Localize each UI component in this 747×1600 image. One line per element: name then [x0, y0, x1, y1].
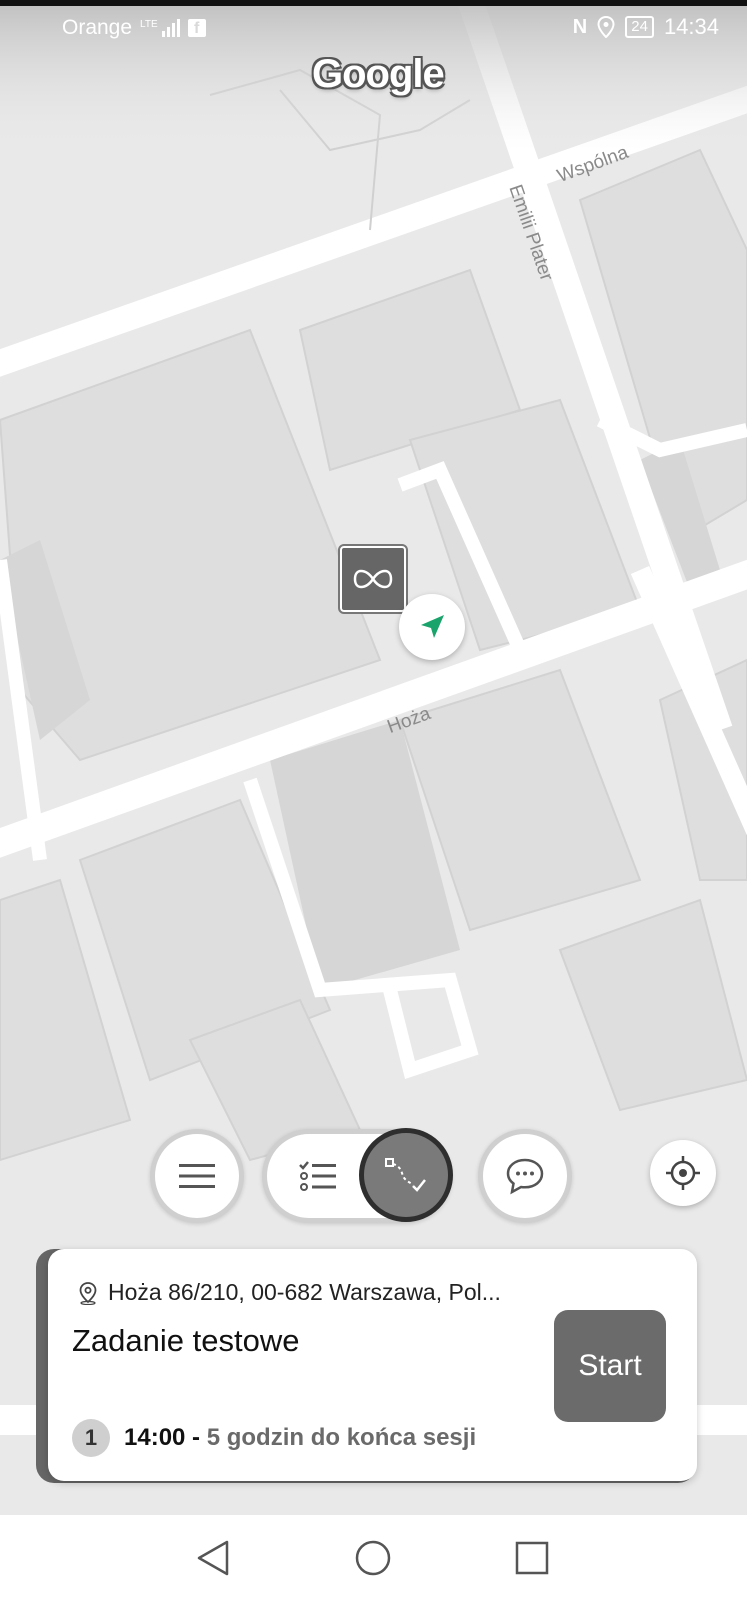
route-icon	[385, 1158, 426, 1192]
system-nav-bar	[0, 1515, 747, 1600]
session-time: 14:00 -	[124, 1424, 201, 1451]
home-circle-icon	[355, 1540, 391, 1576]
hamburger-menu-icon	[179, 1164, 215, 1188]
chat-bubble-icon	[506, 1158, 544, 1195]
route-view-button[interactable]	[359, 1128, 453, 1222]
carrier-name: Orange	[62, 16, 133, 39]
view-toggle[interactable]	[262, 1128, 453, 1223]
recents-square-icon	[515, 1541, 549, 1575]
task-address: Hoża 86/210, 00-682 Warszawa, Pol...	[78, 1279, 501, 1306]
clock: 14:34	[663, 14, 719, 39]
session-number-badge: 1	[72, 1419, 110, 1457]
start-button[interactable]: Start	[554, 1310, 666, 1422]
task-title: Zadanie testowe	[72, 1323, 300, 1358]
battery-icon: 24	[625, 16, 654, 38]
back-triangle-icon	[197, 1540, 229, 1576]
status-bar-right: N 24 14:34	[573, 14, 719, 40]
session-info: 1 14:00 - 5 godzin do końca sesji	[72, 1419, 476, 1457]
session-remaining: 5 godzin do końca sesji	[206, 1424, 477, 1451]
task-address-text: Hoża 86/210, 00-682 Warszawa, Pol...	[108, 1279, 501, 1305]
locate-me-button[interactable]	[650, 1140, 716, 1206]
location-pin-icon	[79, 1281, 97, 1305]
signal-icon: LTE	[140, 19, 180, 37]
list-view-button[interactable]	[285, 1148, 351, 1204]
recents-button[interactable]	[509, 1535, 555, 1581]
google-logo: Google	[312, 52, 445, 96]
home-button[interactable]	[350, 1535, 396, 1581]
chat-button[interactable]	[478, 1129, 572, 1223]
network-type: LTE	[140, 19, 158, 30]
location-icon	[597, 16, 615, 38]
navigation-arrow-icon[interactable]	[399, 594, 465, 660]
nfc-icon: N	[572, 15, 588, 38]
task-card[interactable]: Hoża 86/210, 00-682 Warszawa, Pol... Zad…	[48, 1249, 697, 1481]
checklist-icon	[299, 1161, 336, 1191]
back-button[interactable]	[190, 1535, 236, 1581]
facebook-icon: f	[187, 19, 206, 37]
status-bar: Orange LTE f N 24 14:34	[0, 0, 747, 56]
crosshair-icon	[666, 1156, 700, 1190]
menu-button[interactable]	[150, 1129, 244, 1223]
infinity-pin-icon[interactable]	[338, 544, 408, 614]
status-bar-left: Orange LTE f	[62, 16, 206, 40]
